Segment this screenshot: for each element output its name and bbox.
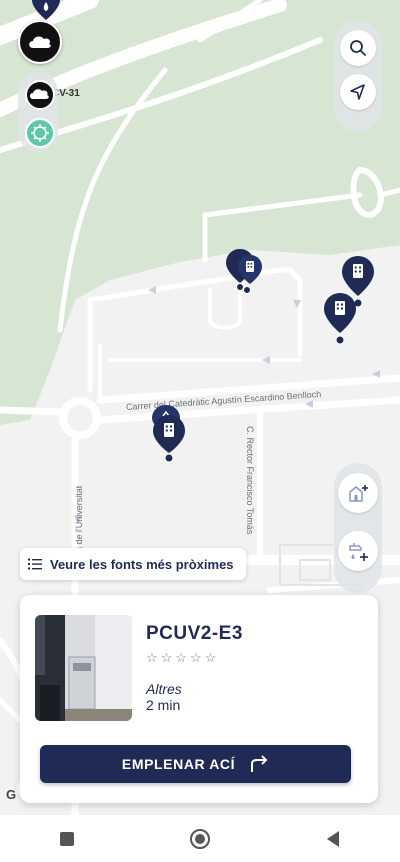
street-label-rector: C. Rector Francisco Tomás — [245, 426, 255, 535]
cloud-icon — [30, 89, 49, 99]
virus-layer-button[interactable] — [25, 118, 55, 148]
navigation-arrow-icon — [350, 84, 365, 100]
list-icon — [28, 558, 42, 570]
fountain-card[interactable]: PCUV2-E3 ☆ ☆ ☆ ☆ ☆ Altres 2 min EMPLENAR… — [20, 595, 378, 803]
add-tap-button[interactable] — [338, 531, 378, 571]
home-icon — [189, 828, 210, 849]
google-logo: G — [6, 787, 17, 802]
search-button[interactable] — [340, 30, 376, 66]
system-navbar — [0, 815, 400, 862]
fountain-photo — [35, 615, 132, 721]
cloud-layer-button[interactable] — [25, 80, 55, 110]
recent-apps-icon — [59, 831, 74, 846]
locate-button[interactable] — [340, 74, 376, 110]
fill-here-label: EMPLENAR ACÍ — [121, 756, 236, 772]
tap-add-icon — [349, 543, 368, 561]
fill-here-button[interactable]: EMPLENAR ACÍ — [40, 745, 351, 783]
star-icon[interactable]: ☆ — [205, 650, 217, 666]
selected-fountain-marker[interactable] — [151, 405, 187, 465]
fountain-category: Altres — [146, 681, 182, 697]
search-icon — [350, 40, 366, 56]
cloud-icon — [29, 36, 51, 48]
fountain-marker[interactable] — [323, 293, 359, 347]
rating-stars[interactable]: ☆ ☆ ☆ ☆ ☆ — [146, 650, 216, 666]
map-top-controls — [334, 20, 382, 132]
map-add-controls — [334, 463, 382, 593]
home-button[interactable] — [180, 819, 220, 859]
weather-layer-button[interactable] — [18, 20, 62, 64]
back-button[interactable] — [313, 819, 353, 859]
star-icon[interactable]: ☆ — [175, 650, 187, 666]
add-building-button[interactable] — [338, 473, 378, 513]
nearest-fountains-button[interactable]: Veure les fonts més pròximes — [20, 548, 246, 580]
nearest-fountains-label: Veure les fonts més pròximes — [50, 556, 234, 572]
fountain-name: PCUV2-E3 — [146, 623, 243, 644]
star-icon[interactable]: ☆ — [190, 650, 202, 666]
star-icon[interactable]: ☆ — [161, 650, 173, 666]
fountain-marker[interactable] — [226, 249, 262, 294]
recent-apps-button[interactable] — [47, 819, 87, 859]
back-icon — [327, 830, 340, 847]
street-label-universitat: a de l'Universitat — [74, 485, 84, 552]
turn-right-arrow-icon — [249, 755, 269, 773]
virus-icon — [31, 124, 49, 142]
building-add-icon — [349, 485, 368, 502]
star-icon[interactable]: ☆ — [146, 650, 158, 666]
walk-duration: 2 min — [146, 697, 181, 713]
